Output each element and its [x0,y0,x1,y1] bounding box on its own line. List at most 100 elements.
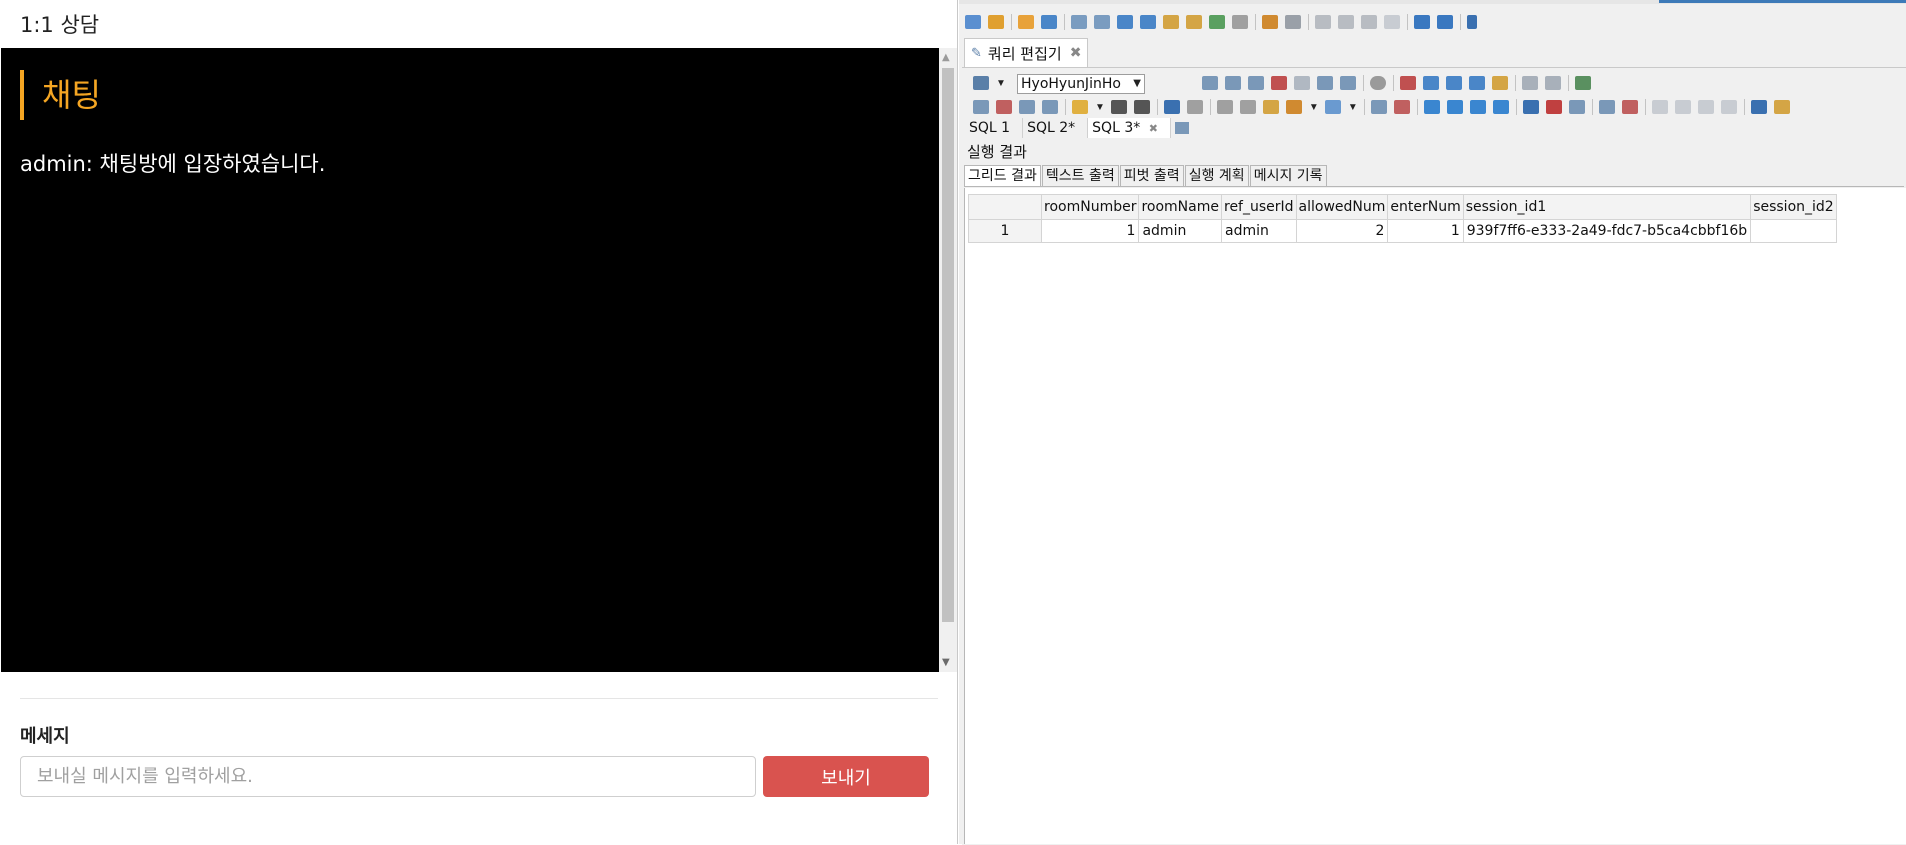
connection-select[interactable]: HyoHyunJinHo ▼ [1017,74,1145,94]
disconnect-icon[interactable] [988,15,1004,29]
undo-icon[interactable] [1163,100,1180,114]
window-icon[interactable] [1338,15,1354,29]
bookmark-icon[interactable] [1522,100,1539,114]
sql-save-icon[interactable] [1094,15,1110,29]
user-icon[interactable] [1262,15,1278,29]
panel-icon[interactable] [1437,15,1453,29]
close-icon[interactable]: ✖ [1070,45,1082,61]
schema-compare-icon[interactable] [1186,15,1202,29]
lowercase-icon[interactable] [1674,100,1691,114]
sql-file-icon[interactable] [1071,15,1087,29]
save-as-icon[interactable] [1110,100,1127,114]
column-header[interactable]: allowedNum [1295,194,1389,220]
table-cell[interactable]: 2 [1295,219,1389,243]
query-editor-tab[interactable]: ✎ 쿼리 편집기 ✖ [964,38,1089,67]
outline-icon[interactable] [1491,76,1508,90]
download-icon[interactable] [1324,100,1341,114]
ab-icon[interactable] [1468,76,1485,90]
report-icon[interactable] [1232,15,1248,29]
stop-icon[interactable] [1270,76,1287,90]
export-grid-icon[interactable] [1574,76,1591,90]
monitor-icon[interactable] [1315,15,1331,29]
tab-grid-result[interactable]: 그리드 결과 [964,165,1041,186]
outdent-icon[interactable] [1773,100,1790,114]
explain-icon[interactable] [1247,76,1264,90]
new-icon[interactable] [973,100,989,114]
new-sql-tab-icon[interactable] [1171,118,1193,138]
tab-pivot-output[interactable]: 피벗 출력 [1119,165,1184,186]
copy-icon[interactable] [1239,100,1256,114]
column-header[interactable]: roomName [1138,194,1222,220]
record-view-icon[interactable] [1544,76,1561,90]
bookmark-clear-icon[interactable] [1545,100,1562,114]
comment-icon[interactable] [1598,100,1615,114]
tools-icon[interactable] [1467,15,1477,29]
chat-scrollbar[interactable]: ▲ ▼ [939,48,957,672]
delete-icon[interactable] [996,100,1012,114]
indent-icon[interactable] [1750,100,1767,114]
layout-icon[interactable] [1414,15,1430,29]
commit-icon[interactable] [1316,76,1333,90]
send-button[interactable]: 보내기 [763,756,929,797]
tab-sql-1[interactable]: SQL 1 [965,118,1024,138]
tab-execution-plan[interactable]: 실행 계획 [1184,165,1249,186]
run-settings-icon[interactable] [973,76,989,90]
table-cell[interactable]: 939f7ff6-e333-2a49-fdc7-b5ca4cbbf16b [1462,219,1752,243]
copy-sql-icon[interactable] [1019,100,1035,114]
table-row[interactable]: 1 1 admin admin 2 1 939f7ff6-e333-2a49-f… [968,219,1837,243]
column-header[interactable]: session_id1 [1462,194,1752,220]
row-number[interactable]: 1 [968,219,1042,243]
tab-sql-2[interactable]: SQL 2* [1023,118,1089,138]
column-header[interactable]: enterNum [1387,194,1464,220]
find-prev-icon[interactable] [1469,100,1486,114]
connect-icon[interactable] [965,15,981,29]
tab-text-output[interactable]: 텍스트 출력 [1041,165,1119,186]
cut-icon[interactable] [1216,100,1233,114]
column-header[interactable]: ref_userId [1221,194,1297,220]
close-icon[interactable]: ✖ [1149,122,1158,135]
rollback-icon[interactable] [1339,76,1356,90]
scroll-thumb[interactable] [942,68,954,622]
tree-icon[interactable] [1445,76,1462,90]
run-settings-dropdown-icon[interactable]: ▼ [996,78,1006,89]
format-icon[interactable] [1399,76,1416,90]
column-header[interactable]: roomNumber [1040,194,1140,220]
table-cell[interactable] [1750,219,1837,243]
autotrace-icon[interactable] [1293,76,1310,90]
import-icon[interactable] [1018,15,1034,29]
find-icon[interactable] [1423,100,1440,114]
column-header[interactable]: session_id2 [1750,194,1837,220]
screen-icon[interactable] [1361,15,1377,29]
togglecase-icon[interactable] [1720,100,1737,114]
schema-icon[interactable] [1163,15,1179,29]
paste-icon[interactable] [1262,100,1279,114]
scroll-up-arrow-icon[interactable]: ▲ [942,52,950,63]
grid-view-icon[interactable] [1521,76,1538,90]
bookmark-list-icon[interactable] [1568,100,1585,114]
redo-icon[interactable] [1186,100,1203,114]
find-next-icon[interactable] [1446,100,1463,114]
list-icon[interactable] [1422,76,1439,90]
display-icon[interactable] [1384,15,1400,29]
replace-icon[interactable] [1492,100,1509,114]
upload-icon[interactable] [1285,100,1302,114]
message-input[interactable] [20,756,756,797]
tab-sql-3[interactable]: SQL 3* ✖ [1088,118,1171,138]
open-folder-icon[interactable] [1072,100,1088,114]
search-object-icon[interactable] [1117,15,1133,29]
cancel-icon[interactable] [1369,76,1386,90]
scroll-down-arrow-icon[interactable]: ▼ [942,657,950,668]
database-icon[interactable] [1285,15,1301,29]
initcap-icon[interactable] [1697,100,1714,114]
select-icon[interactable] [1370,100,1387,114]
table-icon[interactable] [1140,15,1156,29]
table-cell[interactable]: admin [1221,219,1297,243]
table-cell[interactable]: 1 [1040,219,1140,243]
open-dropdown-icon[interactable]: ▼ [1095,102,1105,113]
save-icon[interactable] [1133,100,1150,114]
run-script-icon[interactable] [1224,76,1241,90]
script-icon[interactable] [1209,15,1225,29]
download-dropdown-icon[interactable]: ▼ [1348,102,1358,113]
table-cell[interactable]: 1 [1387,219,1464,243]
uncomment-icon[interactable] [1621,100,1638,114]
